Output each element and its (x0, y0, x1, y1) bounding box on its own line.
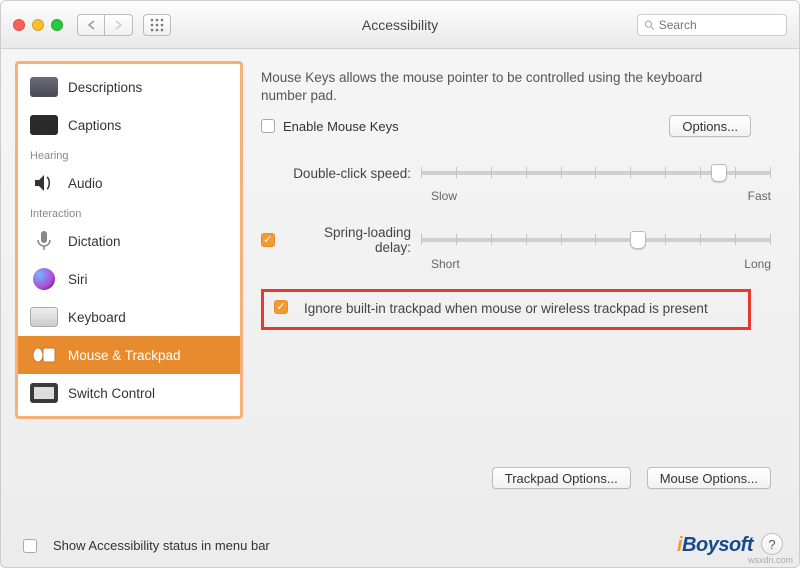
titlebar: Accessibility (1, 1, 799, 49)
audio-icon (30, 172, 58, 194)
siri-icon (30, 268, 58, 290)
enable-mouse-keys-label: Enable Mouse Keys (283, 119, 399, 134)
grid-icon (150, 18, 164, 32)
sidebar-item-label: Descriptions (68, 80, 142, 95)
double-click-speed-row: Double-click speed: (261, 159, 771, 187)
sidebar-item-siri[interactable]: Siri (18, 260, 240, 298)
zoom-icon[interactable] (51, 19, 63, 31)
back-button[interactable] (77, 14, 105, 36)
spring-loading-row: Spring-loading delay: (261, 225, 771, 255)
description-text: Mouse Keys allows the mouse pointer to b… (261, 69, 741, 105)
spring-loading-label: Spring-loading delay: (289, 225, 411, 255)
help-button[interactable]: ? (761, 533, 783, 555)
sidebar-item-label: Audio (68, 176, 103, 191)
sidebar-section-interaction: Interaction (18, 202, 240, 222)
sidebar-section-hearing: Hearing (18, 144, 240, 164)
slider-thumb[interactable] (711, 164, 727, 182)
content: Descriptions Captions Hearing Audio Inte… (1, 49, 799, 567)
show-status-checkbox[interactable] (23, 539, 37, 553)
search-input[interactable] (659, 18, 780, 32)
ignore-trackpad-highlight: Ignore built-in trackpad when mouse or w… (261, 289, 751, 329)
sidebar: Descriptions Captions Hearing Audio Inte… (15, 61, 243, 419)
sidebar-item-descriptions[interactable]: Descriptions (18, 68, 240, 106)
enable-row: Enable Mouse Keys Options... (261, 115, 751, 137)
spring-loading-ends: Short Long (261, 257, 771, 271)
search-icon (644, 19, 655, 31)
sidebar-item-label: Captions (68, 118, 121, 133)
slider-min: Slow (431, 189, 457, 203)
double-click-speed-label: Double-click speed: (261, 166, 421, 181)
chevron-left-icon (87, 20, 96, 30)
main-panel: Mouse Keys allows the mouse pointer to b… (243, 49, 799, 567)
option-buttons: Trackpad Options... Mouse Options... (492, 467, 771, 489)
descriptions-icon (30, 76, 58, 98)
slider-max: Fast (748, 189, 771, 203)
options-button[interactable]: Options... (669, 115, 751, 137)
ignore-trackpad-label: Ignore built-in trackpad when mouse or w… (304, 300, 708, 318)
dictation-icon (30, 230, 58, 252)
slider-thumb[interactable] (630, 231, 646, 249)
sidebar-item-label: Mouse & Trackpad (68, 348, 181, 363)
close-icon[interactable] (13, 19, 25, 31)
sidebar-container: Descriptions Captions Hearing Audio Inte… (1, 49, 243, 567)
window-title: Accessibility (362, 17, 438, 33)
double-click-ends: Slow Fast (261, 189, 771, 203)
slider-min: Short (431, 257, 460, 271)
window-controls (13, 19, 63, 31)
search-field[interactable] (637, 14, 787, 36)
spring-loading-checkbox[interactable] (261, 233, 275, 247)
double-click-speed-slider[interactable] (421, 159, 771, 187)
status-bar: Show Accessibility status in menu bar (23, 538, 270, 553)
switch-control-icon (30, 382, 58, 404)
slider-max: Long (744, 257, 771, 271)
captions-icon (30, 114, 58, 136)
sidebar-item-mouse-trackpad[interactable]: Mouse & Trackpad (18, 336, 240, 374)
chevron-right-icon (114, 20, 123, 30)
sidebar-item-switch-control[interactable]: Switch Control (18, 374, 240, 412)
enable-mouse-keys-checkbox[interactable] (261, 119, 275, 133)
nav-buttons (77, 14, 133, 36)
sidebar-item-label: Siri (68, 272, 88, 287)
watermark-source: wsxdn.com (748, 555, 793, 565)
ignore-trackpad-checkbox[interactable] (274, 300, 288, 314)
watermark-brand: iBoysoft (677, 534, 753, 557)
spring-loading-slider[interactable] (421, 226, 771, 254)
forward-button[interactable] (105, 14, 133, 36)
sidebar-item-dictation[interactable]: Dictation (18, 222, 240, 260)
sidebar-item-label: Keyboard (68, 310, 126, 325)
accessibility-window: Accessibility Descriptions Captions Hear… (0, 0, 800, 568)
sidebar-item-audio[interactable]: Audio (18, 164, 240, 202)
minimize-icon[interactable] (32, 19, 44, 31)
show-all-button[interactable] (143, 14, 171, 36)
show-status-label: Show Accessibility status in menu bar (53, 538, 270, 553)
mouse-trackpad-icon (30, 344, 58, 366)
keyboard-icon (30, 306, 58, 328)
trackpad-options-button[interactable]: Trackpad Options... (492, 467, 631, 489)
sidebar-item-label: Switch Control (68, 386, 155, 401)
sidebar-item-label: Dictation (68, 234, 121, 249)
sidebar-item-captions[interactable]: Captions (18, 106, 240, 144)
mouse-options-button[interactable]: Mouse Options... (647, 467, 771, 489)
sidebar-item-keyboard[interactable]: Keyboard (18, 298, 240, 336)
